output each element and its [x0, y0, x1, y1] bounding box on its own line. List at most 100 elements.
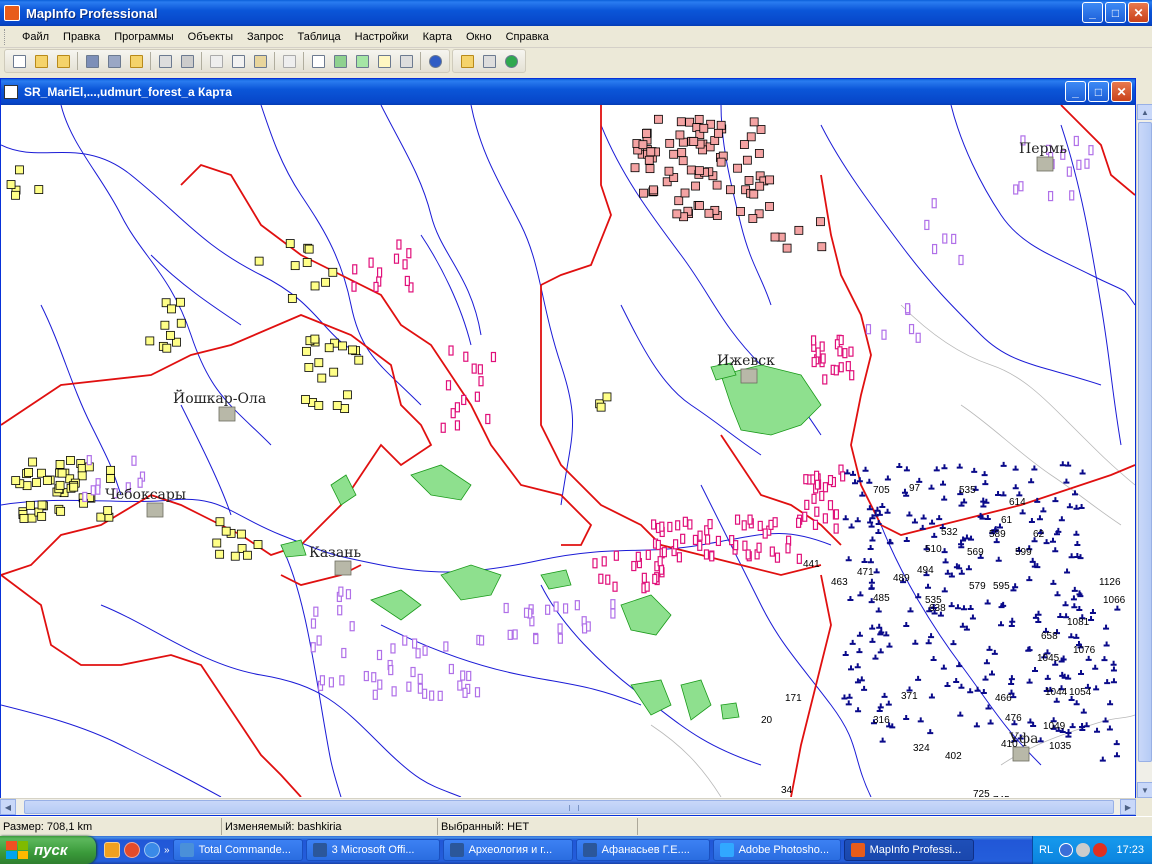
magenta-site-marker [406, 248, 412, 259]
open-icon[interactable] [31, 51, 51, 71]
new-layout-icon[interactable] [374, 51, 394, 71]
yellow-site-marker [19, 514, 29, 523]
forest-patch [410, 464, 472, 501]
save-icon[interactable] [82, 51, 102, 71]
menu-edit[interactable]: Правка [56, 29, 107, 45]
minimize-button[interactable]: _ [1082, 2, 1103, 23]
task-microsoft-office[interactable]: 3 Microsoft Offi... [305, 839, 440, 861]
menu-programs[interactable]: Программы [107, 29, 180, 45]
magenta-site-marker [811, 356, 817, 368]
blue-site-marker [875, 607, 882, 613]
blue-site-marker [867, 545, 874, 551]
new-browser-icon[interactable] [308, 51, 328, 71]
blue-site-marker [959, 622, 966, 628]
app-window-buttons: _ □ ✕ [1082, 2, 1149, 23]
scroll-up-icon[interactable]: ▲ [1137, 104, 1152, 120]
close-button[interactable]: ✕ [1128, 2, 1149, 23]
map-canvas[interactable]: Пермь Ижевск Йошкар-Ола Чебоксары Казань… [1, 105, 1135, 797]
map-close-button[interactable]: ✕ [1111, 81, 1132, 102]
toolbar-tools [452, 49, 526, 73]
menu-file[interactable]: Файл [15, 29, 56, 45]
map-drawing[interactable]: Пермь Ижевск Йошкар-Ола Чебоксары Казань… [1, 105, 1135, 797]
blue-site-marker [1068, 633, 1075, 639]
catalog-icon[interactable] [457, 51, 477, 71]
pink-site-marker [654, 114, 663, 124]
site-number-label: 725 [973, 789, 990, 797]
new-map-icon[interactable] [330, 51, 350, 71]
scroll-right-icon[interactable]: ▶ [1120, 799, 1136, 815]
quick-launch-app-icon[interactable] [104, 842, 120, 858]
borders-layer [1, 105, 1135, 797]
menu-options[interactable]: Настройки [348, 29, 416, 45]
undo-icon[interactable] [279, 51, 299, 71]
city-label-cheboksary: Чебоксары [105, 487, 186, 503]
network-icon[interactable] [1076, 843, 1091, 857]
menu-grip[interactable] [4, 28, 7, 45]
horizontal-scrollbar[interactable]: ◀ ▶ [0, 798, 1136, 815]
pink-site-marker [746, 132, 756, 142]
vertical-scroll-thumb[interactable] [1138, 122, 1152, 762]
task-mapinfo[interactable]: MapInfo Professi... [843, 839, 974, 861]
save-workspace-icon[interactable] [126, 51, 146, 71]
forest-patch [620, 594, 672, 636]
scroll-down-icon[interactable]: ▼ [1137, 782, 1152, 798]
scroll-left-icon[interactable]: ◀ [0, 799, 16, 815]
map-window-titlebar[interactable]: SR_MariEl,...,udmurt_forest_a Карта _ □ … [1, 79, 1135, 105]
menu-query[interactable]: Запрос [240, 29, 290, 45]
magenta-site-marker [837, 346, 843, 357]
blue-site-marker [1064, 568, 1071, 574]
new-icon[interactable] [9, 51, 29, 71]
app-titlebar[interactable]: MapInfo Professional _ □ ✕ [0, 0, 1152, 26]
task-archaeology[interactable]: Археология и г... [442, 839, 573, 861]
bluetooth-icon[interactable] [1059, 843, 1074, 857]
blue-site-marker [879, 737, 886, 743]
maximize-button[interactable]: □ [1105, 2, 1126, 23]
internet-explorer-icon[interactable] [144, 842, 160, 858]
globe-icon[interactable] [501, 51, 521, 71]
save-copy-icon[interactable] [104, 51, 124, 71]
menu-map[interactable]: Карта [416, 29, 459, 45]
forest-patch [720, 364, 822, 436]
copy-icon[interactable] [228, 51, 248, 71]
print-preview-icon[interactable] [155, 51, 175, 71]
toolbar-separator [274, 52, 275, 70]
print-icon[interactable] [177, 51, 197, 71]
horizontal-scroll-thumb[interactable] [24, 800, 1114, 814]
browser-icon[interactable] [124, 842, 140, 858]
antivirus-icon[interactable] [1093, 843, 1108, 857]
menu-objects[interactable]: Объекты [181, 29, 240, 45]
map-window-icon[interactable] [4, 85, 18, 99]
task-afanasiev[interactable]: Афанасьев Г.Е.... [575, 839, 710, 861]
menu-help[interactable]: Справка [499, 29, 556, 45]
yellow-site-marker [55, 480, 65, 490]
new-redistrict-icon[interactable] [396, 51, 416, 71]
site-number-label: 489 [893, 573, 910, 584]
status-editable-layer[interactable]: Изменяемый: bashkiria [222, 818, 438, 835]
start-button[interactable]: пуск [0, 836, 96, 864]
magenta-site-marker [641, 572, 647, 583]
magenta-site-marker [404, 275, 410, 287]
tool-manager-icon[interactable] [479, 51, 499, 71]
open-workspace-icon[interactable] [53, 51, 73, 71]
task-total-commander[interactable]: Total Commande... [172, 839, 303, 861]
vertical-scrollbar[interactable]: ▲ ▼ [1136, 104, 1152, 798]
quick-launch-more-icon[interactable]: » [164, 845, 170, 856]
map-minimize-button[interactable]: _ [1065, 81, 1086, 102]
task-photoshop[interactable]: Adobe Photosho... [712, 839, 841, 861]
menu-window[interactable]: Окно [459, 29, 499, 45]
blue-site-marker [1068, 553, 1075, 559]
violet-site-marker [1018, 181, 1024, 192]
city-symbol [740, 368, 758, 384]
help-icon[interactable] [425, 51, 445, 71]
new-graph-icon[interactable] [352, 51, 372, 71]
language-indicator[interactable]: RL [1039, 844, 1053, 856]
pink-site-marker [765, 175, 775, 185]
violet-site-marker [958, 254, 964, 266]
menu-table[interactable]: Таблица [290, 29, 347, 45]
blue-site-marker [1000, 461, 1007, 467]
paste-icon[interactable] [250, 51, 270, 71]
blue-site-marker [1040, 507, 1047, 513]
cut-icon[interactable] [206, 51, 226, 71]
map-maximize-button[interactable]: □ [1088, 81, 1109, 102]
forest-patch [440, 564, 502, 601]
